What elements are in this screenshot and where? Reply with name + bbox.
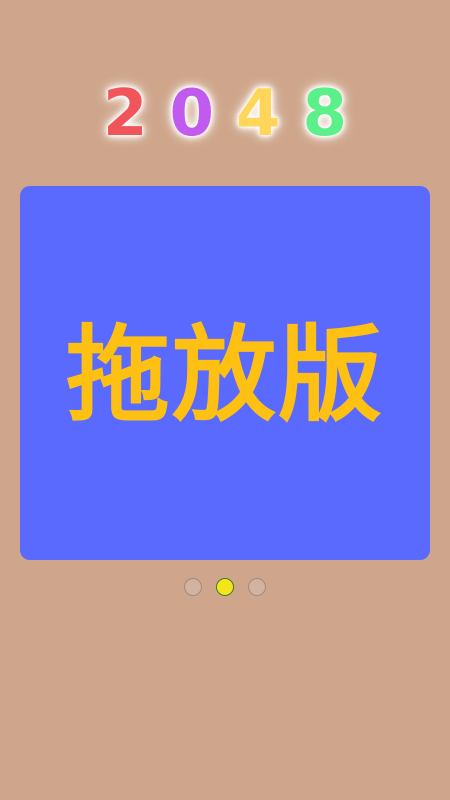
app-screen: 2 0 4 8 拖放版 (0, 0, 450, 800)
logo-digit-2: 2 (102, 77, 148, 151)
logo-digit-0: 0 (169, 77, 214, 151)
page-dot-1[interactable] (184, 578, 202, 596)
page-indicator (0, 576, 450, 598)
game-logo-2048: 2 0 4 8 (0, 74, 450, 154)
logo-digit-8: 8 (302, 77, 348, 151)
mode-card-drag-drop[interactable]: 拖放版 (20, 186, 430, 560)
page-dot-3[interactable] (248, 578, 266, 596)
mode-card-label: 拖放版 (65, 314, 384, 436)
page-dot-2-active[interactable] (216, 578, 234, 596)
logo-digit-4: 4 (236, 77, 281, 151)
